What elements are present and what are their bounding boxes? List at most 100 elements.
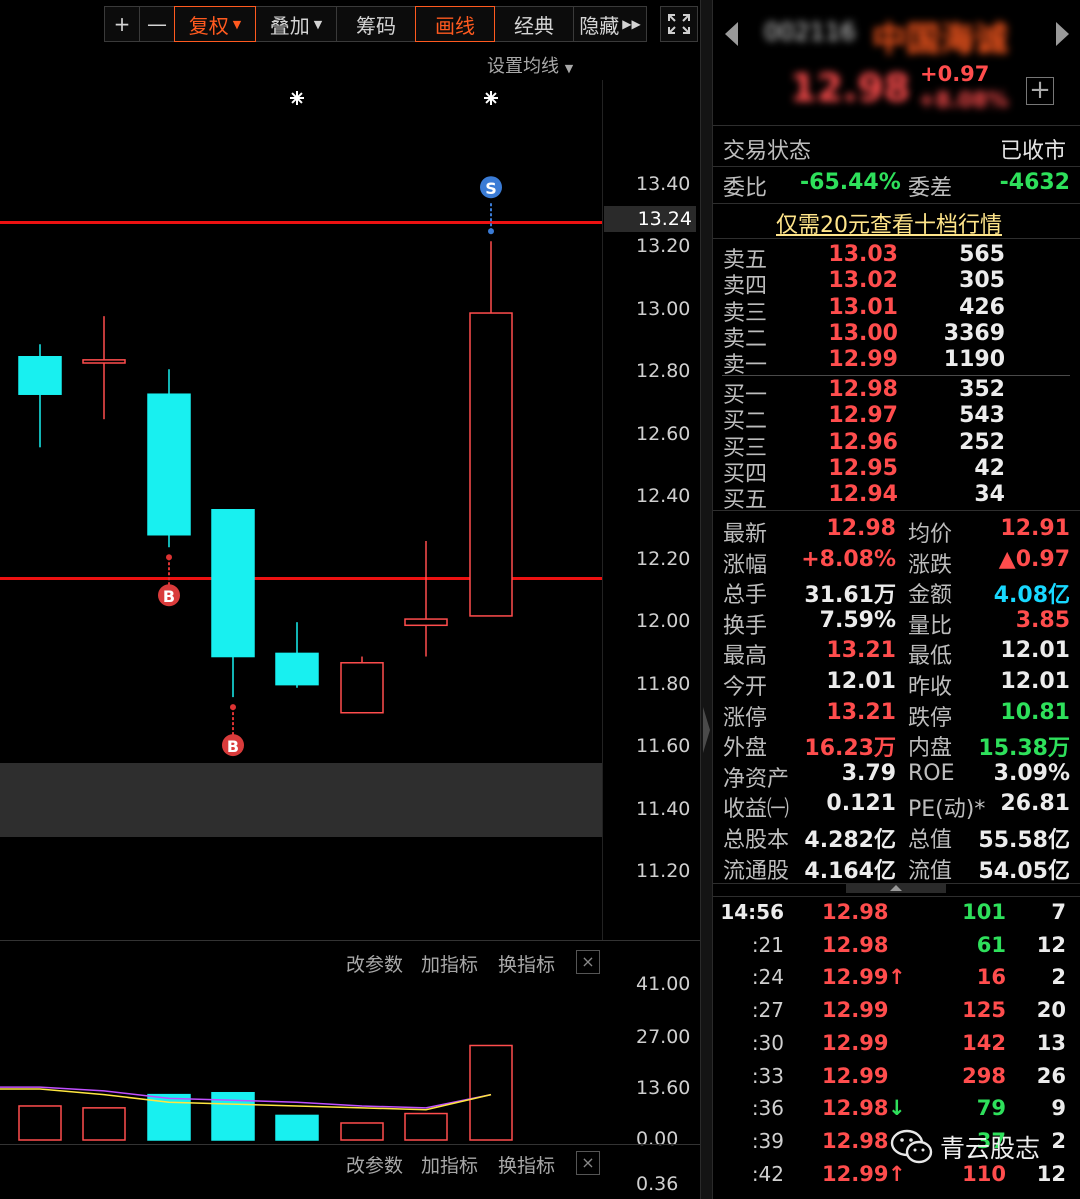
- candle-4: [275, 622, 319, 688]
- tick-time: :33: [751, 1063, 784, 1088]
- stock-code: 002116: [764, 18, 856, 46]
- collapse-up-icon[interactable]: [846, 880, 946, 894]
- price-axis-tick: 12.60: [636, 422, 691, 445]
- add-watchlist-button[interactable]: +: [1026, 77, 1054, 105]
- chart-divider-lower: [0, 1144, 700, 1145]
- tick-volume: 125: [962, 998, 1006, 1023]
- star-icon-0: [290, 91, 304, 105]
- price-axis-divider: [602, 80, 603, 940]
- tick-price: 12.99: [822, 998, 889, 1023]
- level2-promo-link[interactable]: 仅需20元查看十档行情: [776, 207, 1002, 239]
- stat-label: 量比: [908, 613, 953, 639]
- tick-count: 26: [1036, 1063, 1066, 1088]
- tick-time: :21: [751, 932, 784, 957]
- volume-bar-4: [275, 1114, 319, 1141]
- collapse-arrow-icon: [703, 707, 710, 753]
- toolbar-button-2[interactable]: 复权 ▼: [174, 6, 256, 42]
- stat-value: 16.23万: [804, 736, 896, 762]
- tick-price: 12.99: [822, 965, 889, 990]
- change-indicator-button-2[interactable]: 换指标: [498, 1151, 555, 1178]
- current-price-label: 13.24: [604, 206, 696, 232]
- tick-time: 14:56: [720, 900, 784, 924]
- stat-label: 外盘: [723, 736, 768, 762]
- orderbook-price: 13.03: [828, 242, 898, 267]
- tick-volume: 298: [962, 1063, 1006, 1088]
- orderbook-price: 12.99: [828, 347, 898, 373]
- stat-label: 最高: [723, 644, 768, 670]
- fullscreen-button[interactable]: [660, 6, 698, 42]
- tick-volume: 142: [962, 1030, 1006, 1055]
- tick-direction-icon: ↑: [888, 965, 906, 990]
- stat-label: 总手: [723, 583, 768, 609]
- trade-marker-1: B: [222, 704, 244, 757]
- orderbook-price: 12.95: [828, 455, 898, 481]
- candle-6: [404, 540, 448, 657]
- change-params-button-2[interactable]: 改参数: [346, 1151, 403, 1178]
- tick-direction-icon: ↓: [888, 1096, 906, 1121]
- toolbar-button-5[interactable]: 画线: [415, 6, 495, 42]
- candle-body: [211, 509, 255, 658]
- stat-label: 内盘: [908, 736, 953, 762]
- prev-stock-icon[interactable]: [722, 20, 740, 48]
- tick-count: 12: [1036, 932, 1066, 957]
- price-axis-tick: 11.60: [636, 735, 691, 758]
- volume-axis-tick: 13.60: [636, 1076, 691, 1099]
- volume-bar-6: [404, 1112, 448, 1141]
- close-indicator-button-2[interactable]: ×: [576, 1151, 600, 1175]
- trade-marker-0: B: [158, 554, 180, 607]
- volume-axis-tick: 0.00: [636, 1128, 679, 1150]
- stat-label: 涨停: [723, 705, 768, 731]
- stat-value: 3.09%: [993, 760, 1070, 786]
- stat-value: 12.91: [1000, 516, 1070, 541]
- orderbook-volume: 3369: [943, 320, 1005, 346]
- last-price: 12.98: [790, 66, 911, 110]
- stat-value: 4.08亿: [993, 583, 1070, 609]
- status-value: 已收市: [1000, 139, 1067, 164]
- tick-price: 12.98: [822, 1128, 889, 1153]
- price-axis-tick: 12.00: [636, 610, 691, 633]
- tick-time: :36: [751, 1096, 784, 1121]
- tick-price: 12.98: [822, 900, 889, 924]
- tick-volume: 79: [976, 1096, 1006, 1121]
- volume-chart[interactable]: [0, 940, 602, 1145]
- tick-price: 12.99: [822, 1161, 889, 1186]
- stat-label: 净资产: [723, 766, 790, 792]
- volume-axis-tick: 41.00: [636, 973, 691, 995]
- tick-count: 7: [1051, 900, 1066, 924]
- volume-bar-0: [18, 1105, 62, 1141]
- tick-price: 12.99: [822, 1063, 889, 1088]
- stat-value: 13.21: [826, 699, 896, 725]
- divider: [713, 203, 1080, 204]
- tick-count: 2: [1051, 965, 1066, 990]
- next-stock-icon[interactable]: [1054, 20, 1072, 48]
- buy-marker-label: B: [227, 737, 239, 756]
- stat-label: 涨跌: [908, 552, 953, 578]
- toolbar-button-label: 画线: [435, 13, 475, 38]
- weicha-value: -4632: [999, 170, 1070, 195]
- candle-body: [18, 356, 62, 395]
- orderbook-volume: 252: [959, 429, 1005, 455]
- caret-down-icon: ▼: [232, 17, 242, 31]
- price-change: +0.97: [920, 62, 990, 86]
- stat-value: 12.01: [826, 669, 896, 694]
- orderbook-volume: 543: [959, 403, 1005, 429]
- add-indicator-button-2[interactable]: 加指标: [421, 1151, 478, 1178]
- tick-volume: 61: [976, 932, 1006, 957]
- status-label: 交易状态: [723, 139, 812, 164]
- weibi-label: 委比: [723, 176, 768, 201]
- orderbook-volume: 1190: [943, 347, 1005, 373]
- candle-5: [340, 656, 384, 714]
- stat-value: 12.98: [826, 516, 896, 541]
- tick-price: 12.98: [822, 932, 889, 957]
- divider: [713, 166, 1080, 167]
- price-axis-tick: 11.40: [636, 797, 691, 820]
- candle-body: [340, 662, 384, 714]
- stat-value: 55.58亿: [978, 828, 1070, 853]
- tick-time: :39: [751, 1128, 784, 1153]
- price-axis-tick: 12.80: [636, 360, 691, 383]
- volume-bar-1: [82, 1107, 126, 1141]
- orderbook-divider: [722, 375, 1070, 376]
- stat-label: 金额: [908, 583, 953, 609]
- candlestick-chart[interactable]: B B S: [0, 0, 602, 940]
- stat-value: +8.08%: [801, 546, 896, 572]
